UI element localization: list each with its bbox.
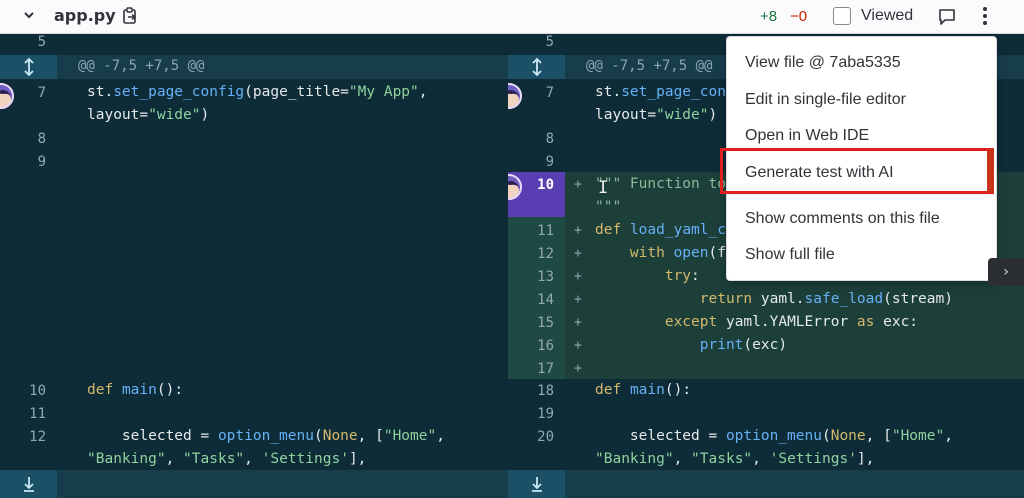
line-number: 16 (537, 338, 554, 354)
code-line: with open(f (629, 245, 726, 261)
chevron-right-icon[interactable]: › (988, 258, 1024, 286)
menu-item-edit-single-file[interactable]: Edit in single-file editor (745, 91, 906, 109)
menu-item-view-file[interactable]: View file @ 7aba5335 (745, 54, 901, 72)
hunk-row: @@ -7,5 +7,5 @@ (0, 55, 508, 79)
expand-down-row (508, 470, 1024, 498)
deletions-count: −0 (790, 8, 808, 25)
line-number: 20 (537, 429, 554, 445)
menu-item-show-full-file[interactable]: Show full file (745, 246, 835, 264)
code-line: st.set_page_config(page_title="My App", (87, 84, 428, 100)
added-sign: + (574, 292, 582, 307)
expand-down-icon[interactable] (0, 470, 57, 498)
added-sign: + (574, 315, 582, 330)
hunk-header: @@ -7,5 +7,5 @@ (586, 58, 713, 74)
line-number: 11 (29, 406, 46, 422)
code-line: "Banking", "Tasks", 'Settings'], (87, 451, 367, 467)
added-sign: + (574, 361, 582, 376)
highlight-box (720, 148, 994, 194)
code-line: "Banking", "Tasks", 'Settings'], (595, 451, 875, 467)
code-line: """ (595, 199, 622, 215)
line-number: 12 (537, 246, 554, 262)
line-number: 8 (37, 131, 46, 147)
file-name: app.py (54, 6, 116, 25)
line-number: 5 (37, 34, 46, 50)
line-number: 19 (537, 406, 554, 422)
expand-down-row (0, 470, 508, 498)
line-number: 7 (37, 85, 46, 101)
chevron-down-icon[interactable] (22, 8, 38, 24)
line-number: 17 (537, 361, 554, 377)
code-line: def load_yaml_c (595, 222, 726, 238)
menu-separator (727, 194, 996, 195)
added-sign: + (574, 338, 582, 353)
expand-icon[interactable] (0, 55, 57, 79)
code-line: layout="wide") (595, 107, 718, 123)
added-sign: + (574, 177, 582, 192)
line-number: 7 (545, 85, 554, 101)
line-number: 15 (537, 315, 554, 331)
diff-left-pane: 5 @@ -7,5 +7,5 @@ 7 st.set_page_config(p… (0, 34, 508, 498)
menu-item-show-comments[interactable]: Show comments on this file (745, 210, 940, 228)
code-line: """ Function to (595, 176, 726, 192)
code-line: selected = option_menu(None, ["Home", (595, 428, 953, 444)
line-number: 18 (537, 383, 554, 399)
line-number: 5 (545, 34, 554, 50)
code-line: print(exc) (699, 337, 788, 353)
expand-down-icon[interactable] (508, 470, 565, 498)
added-sign: + (574, 246, 582, 261)
line-number: 10 (29, 383, 46, 399)
viewed-checkbox[interactable] (833, 7, 851, 25)
line-number: 9 (37, 154, 46, 170)
code-line: try: (664, 268, 700, 284)
line-number: 14 (537, 292, 554, 308)
code-line: except yaml.YAMLError as exc: (664, 314, 919, 330)
line-number: 10 (537, 177, 554, 193)
kebab-icon[interactable] (975, 5, 995, 27)
added-sign: + (574, 223, 582, 238)
line-number: 12 (29, 429, 46, 445)
code-line: selected = option_menu(None, ["Home", (87, 428, 445, 444)
clipboard-icon[interactable] (122, 7, 138, 25)
line-number: 11 (537, 223, 554, 239)
text-cursor-icon: I (598, 178, 609, 198)
additions-count: +8 (760, 8, 778, 25)
file-header: app.py +8 −0 Viewed (0, 0, 1024, 34)
code-line: def main(): (595, 382, 692, 398)
line-number: 9 (545, 154, 554, 170)
line-number: 13 (537, 269, 554, 285)
comment-icon[interactable] (938, 8, 956, 26)
expand-icon[interactable] (508, 55, 565, 79)
code-line: def main(): (87, 382, 184, 398)
added-sign: + (574, 269, 582, 284)
code-line: return yaml.safe_load(stream) (699, 291, 953, 307)
menu-item-open-web-ide[interactable]: Open in Web IDE (745, 127, 869, 145)
code-line: layout="wide") (87, 107, 210, 123)
viewed-label[interactable]: Viewed (861, 7, 913, 25)
hunk-header: @@ -7,5 +7,5 @@ (78, 58, 205, 74)
line-number: 8 (545, 131, 554, 147)
